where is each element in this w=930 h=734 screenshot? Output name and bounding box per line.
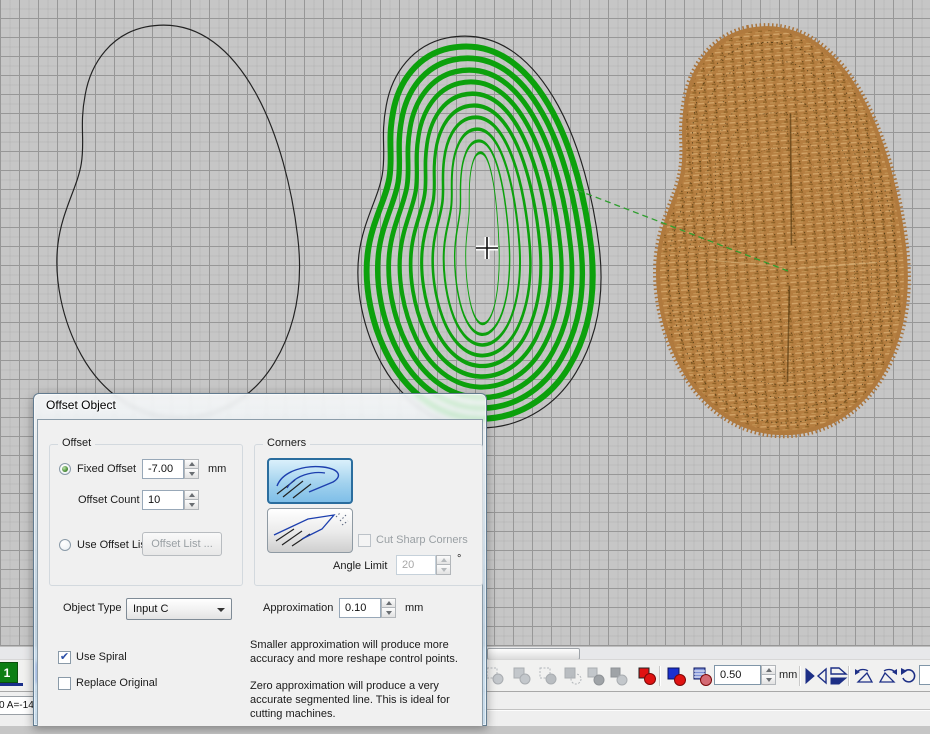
corners-group-label: Corners [263, 437, 310, 449]
offset-list-button[interactable]: Offset List ... [142, 532, 222, 556]
use-offset-list-label: Use Offset List [77, 539, 149, 551]
offset-count-label: Offset Count [78, 494, 138, 506]
fixed-offset-unit: mm [208, 463, 226, 475]
offset-object-dialog: Offset Object Offset Fixed Offset -7.00 … [33, 393, 487, 726]
object-type-label: Object Type [63, 602, 122, 614]
offset-count-spinner[interactable] [184, 490, 199, 510]
angle-limit-input[interactable]: 20 [396, 555, 436, 575]
fixed-offset-radio[interactable] [59, 463, 71, 475]
shaping-tool-5-icon[interactable] [585, 665, 607, 687]
round-corners-button[interactable] [267, 458, 353, 504]
use-offset-list-radio[interactable] [59, 539, 71, 551]
toolbar-separator [799, 666, 801, 686]
fixed-offset-input[interactable]: -7.00 [142, 459, 184, 479]
sharp-corners-button[interactable] [267, 508, 353, 553]
replace-original-checkbox[interactable] [58, 677, 71, 690]
rotate-ccw-icon[interactable] [852, 665, 876, 687]
approximation-help-text: Smaller approximation will produce more … [250, 638, 476, 734]
fixed-offset-label: Fixed Offset [77, 463, 136, 475]
rotate-cw-icon[interactable] [876, 665, 900, 687]
offset-group-label: Offset [58, 437, 95, 449]
shaping-tool-1-icon[interactable] [484, 665, 506, 687]
toolbar-separator [659, 666, 661, 686]
approximation-spinner[interactable] [381, 598, 396, 618]
object-type-value: Input C [133, 603, 168, 615]
cut-sharp-corners-checkbox[interactable] [358, 534, 371, 547]
object-type-dropdown[interactable]: Input C [126, 598, 232, 620]
angle-limit-spinner[interactable] [436, 555, 451, 575]
help-paragraph-1: Smaller approximation will produce more … [250, 638, 476, 666]
fill-outline-tool-icon[interactable] [691, 665, 713, 687]
stitch-spacing-unit: mm [779, 669, 797, 681]
angle-limit-label: Angle Limit [333, 560, 387, 572]
shaping-tool-6-icon[interactable] [608, 665, 630, 687]
shaping-tool-3-icon[interactable] [537, 665, 559, 687]
angle-limit-unit: ° [457, 553, 461, 565]
offset-object-green[interactable] [358, 36, 601, 428]
stitched-object-brown[interactable] [658, 28, 906, 433]
fixed-offset-spinner[interactable] [184, 459, 199, 479]
shaping-tool-4-icon[interactable] [562, 665, 584, 687]
dialog-title: Offset Object [46, 398, 116, 412]
stitch-spacing-input[interactable]: 0.50 [714, 665, 761, 685]
palette-color-1[interactable]: 1 [0, 662, 18, 683]
cut-sharp-corners-label: Cut Sharp Corners [376, 534, 468, 546]
combine-tool-icon[interactable] [665, 665, 687, 687]
help-paragraph-2: Zero approximation will produce a very a… [250, 679, 476, 721]
offset-count-input[interactable]: 10 [142, 490, 184, 510]
approximation-unit: mm [405, 602, 423, 614]
rotate-reset-icon[interactable] [899, 665, 919, 687]
stitch-spacing-spinner[interactable] [761, 665, 776, 685]
app-window: { "canvas": { "status_left": "0 A=-14", … [0, 0, 930, 726]
approximation-label: Approximation [263, 602, 333, 614]
outline-object-original[interactable] [57, 25, 300, 418]
palette-selected-marker [0, 683, 23, 686]
approximation-input[interactable]: 0.10 [339, 598, 381, 618]
shaping-tool-2-icon[interactable] [511, 665, 533, 687]
sharp-corners-icon [268, 509, 352, 552]
round-corners-icon [269, 460, 351, 502]
crosshair-cursor [476, 237, 498, 259]
replace-original-label: Replace Original [76, 677, 157, 689]
toolbar-separator [848, 666, 850, 686]
use-spiral-label: Use Spiral [76, 651, 127, 663]
trim-tool-icon[interactable] [636, 665, 658, 687]
angle-input-clipped[interactable] [919, 665, 930, 685]
dialog-content: Offset Fixed Offset -7.00 mm Offset Coun… [37, 419, 483, 726]
use-spiral-checkbox[interactable]: ✔ [58, 651, 71, 664]
